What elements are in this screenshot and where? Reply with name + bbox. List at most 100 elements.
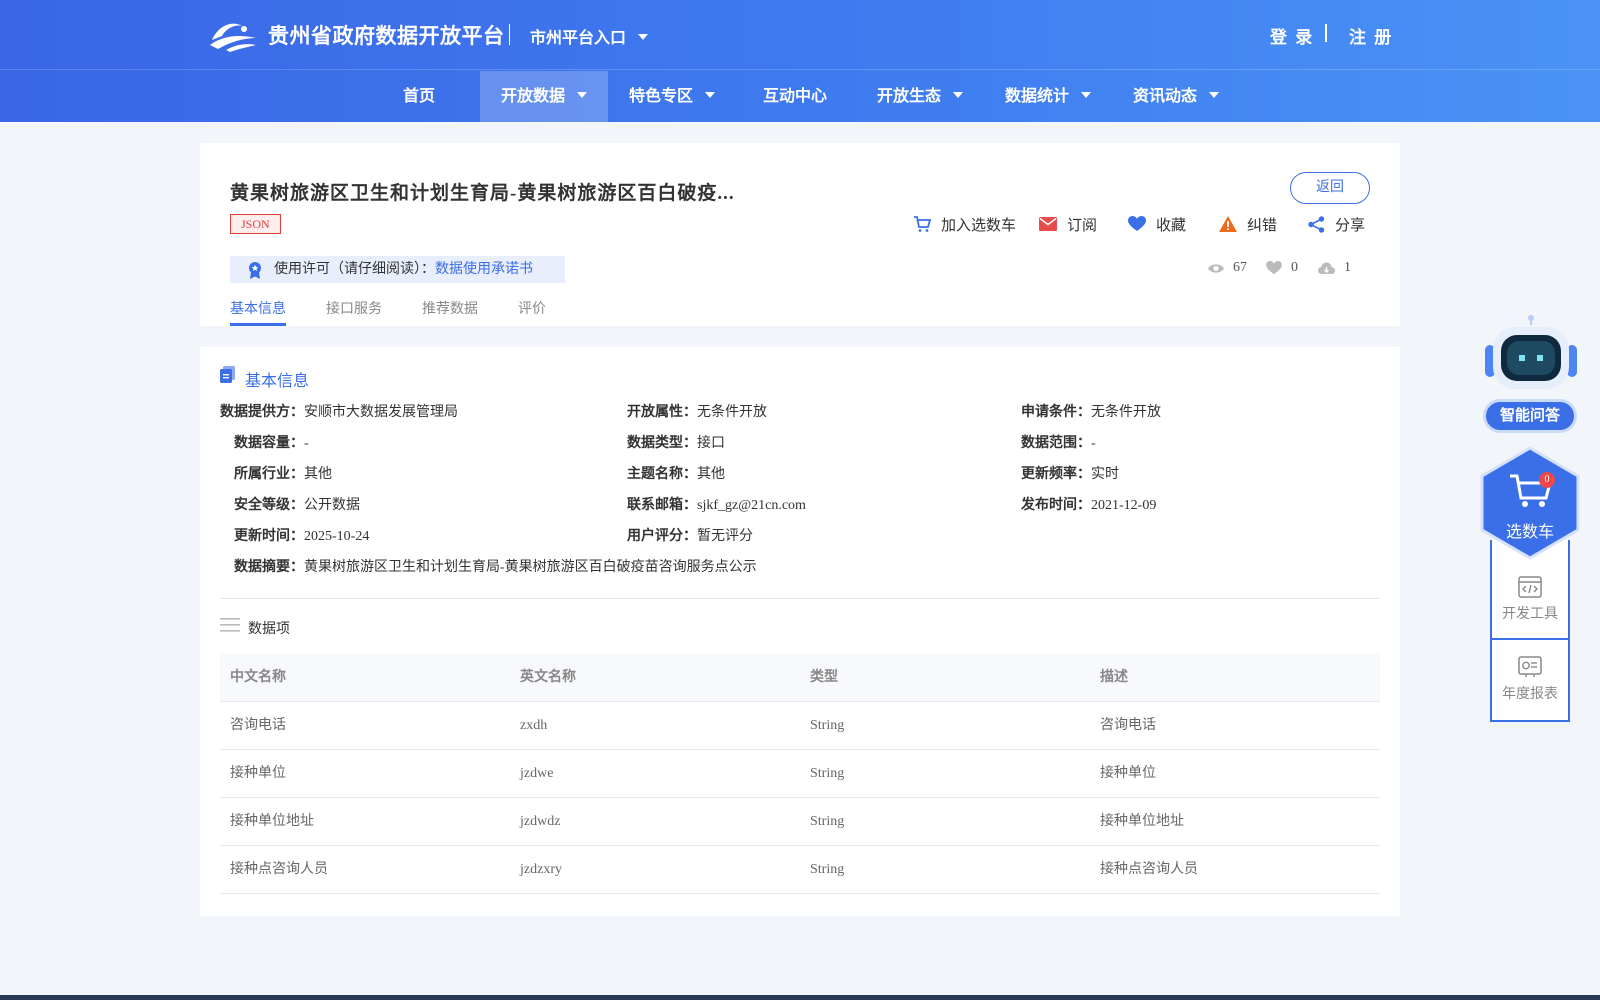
selection-cart-button[interactable] xyxy=(1480,446,1580,560)
robot-assistant-icon[interactable] xyxy=(1483,315,1579,395)
auth-divider xyxy=(1325,24,1327,42)
heart-icon xyxy=(1266,261,1282,275)
field-label: 数据容量： xyxy=(234,436,304,451)
field-value: 其他 xyxy=(697,467,725,482)
section-divider xyxy=(220,598,1380,599)
nav-item-statistics[interactable]: 数据统计 xyxy=(993,71,1103,122)
tab-basic-info[interactable]: 基本信息 xyxy=(230,298,286,318)
nav-label: 特色专区 xyxy=(628,88,693,105)
favorite-label: 收藏 xyxy=(1156,217,1187,234)
cloud-download-icon xyxy=(1318,262,1335,274)
field-update-time: 更新时间：2025-10-24 xyxy=(234,525,369,545)
field-label: 数据类型： xyxy=(627,436,697,451)
field-industry: 所属行业：其他 xyxy=(234,463,332,483)
field-value: 暂无评分 xyxy=(697,529,753,544)
login-link[interactable]: 登 录 xyxy=(1270,23,1314,48)
download-count-value: 1 xyxy=(1344,260,1351,275)
annual-report-button[interactable]: 年度报表 xyxy=(1492,656,1568,703)
field-value: 接口 xyxy=(697,436,725,451)
field-capacity: 数据容量：- xyxy=(234,432,309,452)
field-theme: 主题名称：其他 xyxy=(627,463,725,483)
code-icon xyxy=(1518,576,1542,598)
nav-item-special-zone[interactable]: 特色专区 xyxy=(617,71,727,122)
field-label: 主题名称： xyxy=(627,467,697,482)
data-items-table-header: 中文名称 英文名称 类型 描述 xyxy=(220,654,1380,702)
field-email: 联系邮箱：sjkf_gz@21cn.com xyxy=(627,494,806,514)
license-label: 使用许可（请仔细阅读）： xyxy=(274,262,435,277)
dev-tools-button[interactable]: 开发工具 xyxy=(1492,576,1568,623)
add-to-cart-button[interactable]: 加入选数车 xyxy=(913,214,1016,234)
list-icon xyxy=(220,618,240,632)
cart-icon xyxy=(914,216,931,232)
table-row: 接种单位地址 jzdwdz String 接种单位地址 xyxy=(220,798,1380,846)
field-apply-cond: 申请条件：无条件开放 xyxy=(1021,401,1161,421)
site-logo-icon[interactable] xyxy=(208,18,258,52)
field-label: 更新时间： xyxy=(234,529,304,544)
report-icon xyxy=(1518,656,1542,677)
tab-api-service[interactable]: 接口服务 xyxy=(326,298,382,318)
subscribe-button[interactable]: 订阅 xyxy=(1039,214,1097,234)
nav-item-interaction[interactable]: 互动中心 xyxy=(752,71,838,122)
site-title[interactable]: 贵州省政府数据开放平台 xyxy=(268,20,505,50)
table-row: 接种点咨询人员 jzdzxry String 接种点咨询人员 xyxy=(220,846,1380,894)
table-cell: String xyxy=(810,862,845,877)
nav-item-ecosystem[interactable]: 开放生态 xyxy=(865,71,975,122)
field-label: 数据提供方： xyxy=(220,405,304,420)
heart-icon xyxy=(1128,216,1146,231)
register-link[interactable]: 注 册 xyxy=(1349,23,1393,48)
nav-label: 数据统计 xyxy=(1004,88,1069,105)
field-provider: 数据提供方：安顺市大数据发展管理局 xyxy=(220,401,458,421)
favorite-button[interactable]: 收藏 xyxy=(1128,214,1186,234)
nav-item-home[interactable]: 首页 xyxy=(383,71,455,122)
back-button[interactable]: 返回 xyxy=(1290,172,1370,204)
table-cell: 咨询电话 xyxy=(1100,718,1156,733)
field-value: 无条件开放 xyxy=(697,405,767,420)
table-cell: jzdwe xyxy=(520,766,554,781)
field-summary: 数据摘要：黄果树旅游区卫生和计划生育局-黄果树旅游区百白破疫苗咨询服务点公示 xyxy=(234,556,757,576)
tab-reviews[interactable]: 评价 xyxy=(518,298,546,318)
field-label: 发布时间： xyxy=(1021,498,1091,513)
license-bar: 使用许可（请仔细阅读）：数据使用承诺书 xyxy=(230,256,565,283)
field-data-range: 数据范围：- xyxy=(1021,432,1096,452)
table-row: 接种单位 jzdwe String 接种单位 xyxy=(220,750,1380,798)
field-label: 数据范围： xyxy=(1021,436,1091,451)
tab-recommended[interactable]: 推荐数据 xyxy=(422,298,478,318)
warning-icon xyxy=(1219,216,1237,232)
add-to-cart-label: 加入选数车 xyxy=(941,217,1017,234)
dataset-header-card: 黄果树旅游区卫生和计划生育局-黄果树旅游区百白破疫... JSON 返回 加入选… xyxy=(200,143,1400,326)
license-agreement-link[interactable]: 数据使用承诺书 xyxy=(435,262,533,277)
table-cell: String xyxy=(810,718,845,733)
nav-item-news[interactable]: 资讯动态 xyxy=(1121,71,1231,122)
main-nav: 首页 开放数据 特色专区 互动中心 开放生态 数据统计 资讯动态 xyxy=(0,71,1600,122)
chevron-down-icon xyxy=(1081,92,1091,99)
active-tab-indicator xyxy=(230,323,286,326)
table-cell: 接种点咨询人员 xyxy=(1100,862,1198,877)
format-badge: JSON xyxy=(230,214,281,234)
basic-info-card: 基本信息 数据提供方：安顺市大数据发展管理局 开放属性：无条件开放 申请条件：无… xyxy=(200,347,1400,916)
field-value: 安顺市大数据发展管理局 xyxy=(304,405,458,420)
table-cell: 接种单位地址 xyxy=(1100,814,1184,829)
chevron-down-icon xyxy=(705,92,715,99)
nav-label: 互动中心 xyxy=(762,88,827,105)
chevron-down-icon xyxy=(1209,92,1219,99)
table-cell: 接种单位 xyxy=(230,766,286,781)
like-count: 0 xyxy=(1266,260,1298,276)
table-cell: 接种点咨询人员 xyxy=(230,862,328,877)
ai-qa-button[interactable]: 智能问答 xyxy=(1483,399,1577,433)
mail-icon xyxy=(1039,217,1057,231)
city-platform-dropdown[interactable]: 市州平台入口 xyxy=(530,24,649,48)
city-entry-label: 市州平台入口 xyxy=(530,30,627,47)
table-cell: 接种单位地址 xyxy=(230,814,314,829)
share-icon xyxy=(1308,215,1325,233)
nav-label: 首页 xyxy=(402,88,435,105)
table-row: 咨询电话 zxdh String 咨询电话 xyxy=(220,702,1380,750)
field-frequency: 更新频率：实时 xyxy=(1021,463,1119,483)
share-button[interactable]: 分享 xyxy=(1308,214,1365,234)
report-error-button[interactable]: 纠错 xyxy=(1219,214,1277,234)
table-cell: 接种单位 xyxy=(1100,766,1156,781)
tool-panel: 开发工具 年度报表 xyxy=(1490,540,1570,722)
field-value: 2025-10-24 xyxy=(304,529,370,544)
table-cell: zxdh xyxy=(520,718,548,733)
nav-item-open-data[interactable]: 开放数据 xyxy=(480,71,608,122)
field-label: 申请条件： xyxy=(1021,405,1091,420)
